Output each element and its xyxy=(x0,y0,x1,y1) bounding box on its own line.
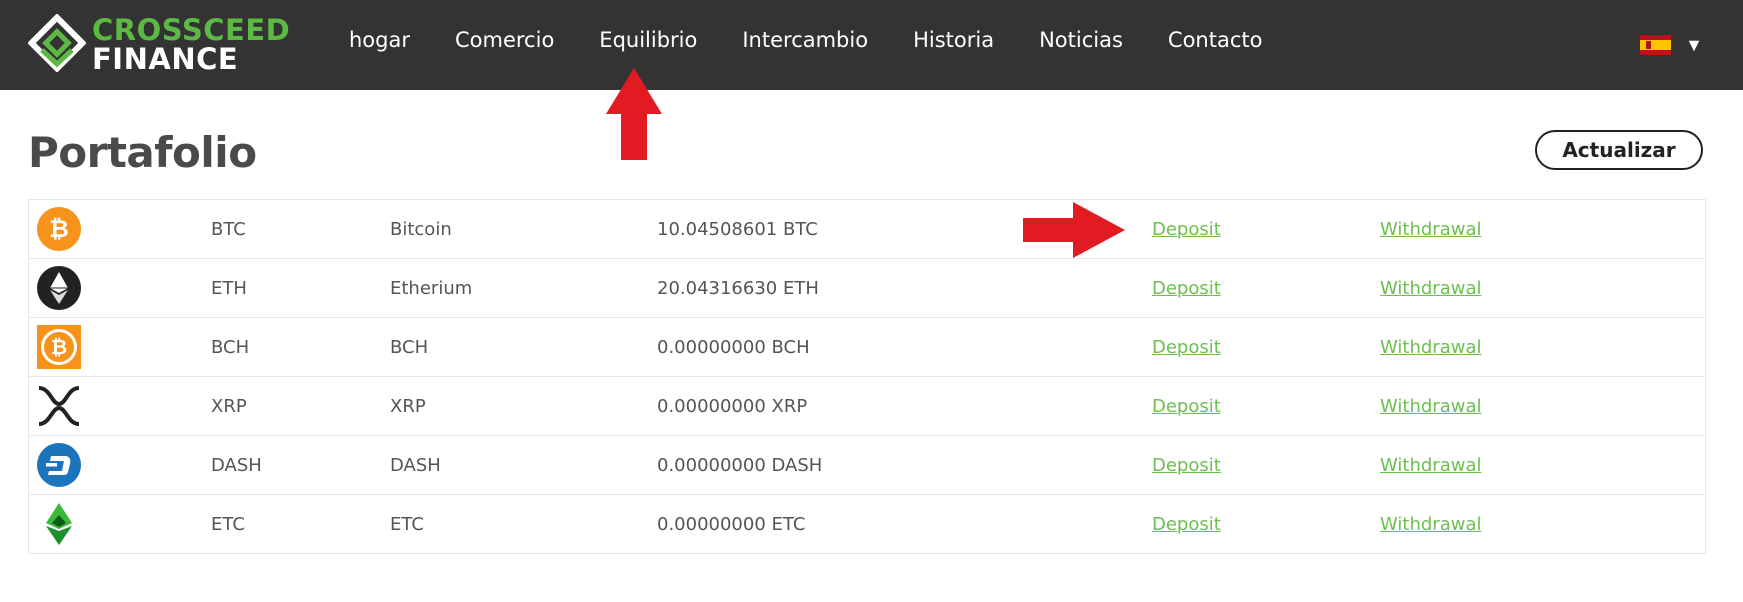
bitcoin-cash-icon: ₿ xyxy=(37,325,81,369)
deposit-link[interactable]: Deposit xyxy=(1152,337,1221,358)
coin-symbol: BTC xyxy=(211,218,246,240)
svg-text:₿: ₿ xyxy=(51,335,67,359)
brand-logo[interactable]: CROSSCEED FINANCE xyxy=(28,14,290,76)
coin-name: Bitcoin xyxy=(390,218,452,240)
coin-balance: 0.00000000 ETC xyxy=(657,513,806,535)
ethereum-classic-icon xyxy=(46,503,72,545)
deposit-link[interactable]: Deposit xyxy=(1152,455,1221,476)
spain-flag-icon xyxy=(1640,35,1672,55)
coin-symbol: ETC xyxy=(211,513,245,535)
coin-name: BCH xyxy=(390,336,429,358)
table-row: ₿ BTC Bitcoin 10.04508601 BTC Deposit Wi… xyxy=(29,200,1705,259)
table-row: ₿ BCH BCH 0.00000000 BCH Deposit Withdra… xyxy=(29,318,1705,377)
coin-name: DASH xyxy=(390,454,441,476)
nav-item-comercio[interactable]: Comercio xyxy=(455,25,554,65)
table-row: ETC ETC 0.00000000 ETC Deposit Withdrawa… xyxy=(29,495,1705,553)
language-selector[interactable]: ▼ xyxy=(1640,30,1703,60)
main-nav: hogar Comercio Equilibrio Intercambio Hi… xyxy=(349,25,1307,65)
xrp-icon xyxy=(38,386,80,426)
withdrawal-link[interactable]: Withdrawal xyxy=(1380,219,1481,240)
coin-balance: 0.00000000 DASH xyxy=(657,454,823,476)
top-navbar: CROSSCEED FINANCE hogar Comercio Equilib… xyxy=(0,0,1743,90)
table-row: DASH DASH 0.00000000 DASH Deposit Withdr… xyxy=(29,436,1705,495)
svg-text:₿: ₿ xyxy=(49,215,69,243)
withdrawal-link[interactable]: Withdrawal xyxy=(1380,455,1481,476)
deposit-link[interactable]: Deposit xyxy=(1152,219,1221,240)
deposit-link[interactable]: Deposit xyxy=(1152,278,1221,299)
coin-name: XRP xyxy=(390,395,426,417)
coin-name: Etherium xyxy=(390,277,473,299)
coin-balance: 10.04508601 BTC xyxy=(657,218,818,240)
coin-balance: 20.04316630 ETH xyxy=(657,277,819,299)
annotation-arrow-up-icon xyxy=(606,68,662,160)
deposit-link[interactable]: Deposit xyxy=(1152,514,1221,535)
coin-balance: 0.00000000 XRP xyxy=(657,395,808,417)
refresh-button[interactable]: Actualizar xyxy=(1535,130,1703,170)
nav-item-hogar[interactable]: hogar xyxy=(349,25,410,65)
table-row: XRP XRP 0.00000000 XRP Deposit Withdrawa… xyxy=(29,377,1705,436)
page-title: Portafolio xyxy=(28,128,257,177)
nav-item-contacto[interactable]: Contacto xyxy=(1168,25,1263,65)
coin-symbol: ETH xyxy=(211,277,247,299)
withdrawal-link[interactable]: Withdrawal xyxy=(1380,337,1481,358)
withdrawal-link[interactable]: Withdrawal xyxy=(1380,396,1481,417)
crossceed-logo-icon xyxy=(28,14,86,72)
coin-symbol: XRP xyxy=(211,395,247,417)
portfolio-table: ₿ BTC Bitcoin 10.04508601 BTC Deposit Wi… xyxy=(28,199,1706,554)
withdrawal-link[interactable]: Withdrawal xyxy=(1380,278,1481,299)
table-row: ETH Etherium 20.04316630 ETH Deposit Wit… xyxy=(29,259,1705,318)
chevron-down-icon: ▼ xyxy=(1685,35,1703,55)
nav-item-historia[interactable]: Historia xyxy=(913,25,994,65)
nav-item-noticias[interactable]: Noticias xyxy=(1039,25,1123,65)
brand-line2: FINANCE xyxy=(92,42,239,76)
bitcoin-icon: ₿ xyxy=(37,207,81,251)
ethereum-icon xyxy=(37,266,81,310)
coin-symbol: BCH xyxy=(211,336,250,358)
coin-name: ETC xyxy=(390,513,424,535)
withdrawal-link[interactable]: Withdrawal xyxy=(1380,514,1481,535)
nav-item-intercambio[interactable]: Intercambio xyxy=(742,25,868,65)
dash-icon xyxy=(37,443,81,487)
coin-balance: 0.00000000 BCH xyxy=(657,336,810,358)
deposit-link[interactable]: Deposit xyxy=(1152,396,1221,417)
coin-symbol: DASH xyxy=(211,454,262,476)
nav-item-equilibrio[interactable]: Equilibrio xyxy=(599,25,697,65)
